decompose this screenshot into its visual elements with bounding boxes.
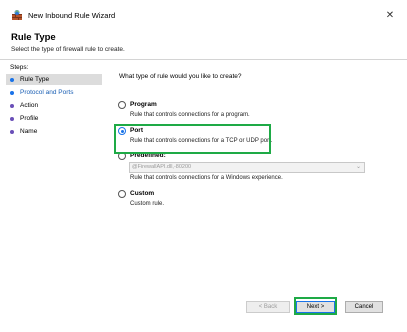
cancel-button-label: Cancel xyxy=(354,304,374,310)
window-title: New Inbound Rule Wizard xyxy=(28,11,116,20)
next-button-highlight xyxy=(294,297,337,315)
port-option-highlight xyxy=(114,124,271,154)
back-button[interactable]: < Back xyxy=(246,301,290,313)
wizard-header: Rule Type Select the type of firewall ru… xyxy=(0,28,407,58)
step-dot-icon xyxy=(10,129,14,134)
predefined-select-value: @FirewallAPI.dll,-80200 xyxy=(132,164,192,170)
page-subtitle: Select the type of firewall rule to crea… xyxy=(11,46,125,53)
back-button-label: < Back xyxy=(258,304,278,310)
step-dot-icon xyxy=(10,90,14,95)
close-button[interactable]: ✕ xyxy=(381,6,399,24)
step-label: Profile xyxy=(20,115,39,122)
rule-type-question: What type of rule would you like to crea… xyxy=(119,73,242,80)
step-dot-icon xyxy=(10,116,14,121)
step-dot-icon xyxy=(10,103,14,108)
option-description: Rule that controls connections for a pro… xyxy=(130,112,250,118)
option-label: Custom xyxy=(130,190,155,197)
predefined-select[interactable]: @FirewallAPI.dll,-80200 ⌄ xyxy=(129,162,365,173)
option-description: Rule that controls connections for a Win… xyxy=(130,175,283,181)
content-panel: What type of rule would you like to crea… xyxy=(108,60,398,296)
page-title: Rule Type xyxy=(11,32,56,43)
option-custom[interactable]: Custom Custom rule. xyxy=(118,189,388,211)
cancel-button[interactable]: Cancel xyxy=(345,301,383,313)
step-label: Name xyxy=(20,128,38,135)
firewall-icon xyxy=(12,10,22,20)
wizard-window: New Inbound Rule Wizard ✕ Rule Type Sele… xyxy=(0,0,407,332)
step-dot-icon xyxy=(10,77,14,82)
custom-radio[interactable] xyxy=(118,190,126,198)
option-program[interactable]: Program Rule that controls connections f… xyxy=(118,100,388,122)
chevron-down-icon: ⌄ xyxy=(355,164,361,170)
program-radio[interactable] xyxy=(118,101,126,109)
step-label: Action xyxy=(20,102,39,109)
step-protocol-ports[interactable]: Protocol and Ports xyxy=(6,87,102,98)
steps-panel: Steps: Rule Type Protocol and Ports Acti… xyxy=(6,60,102,292)
wizard-footer: < Back Next > Cancel xyxy=(0,296,407,332)
option-label: Program xyxy=(130,101,157,108)
step-label: Rule Type xyxy=(20,76,50,83)
option-description: Custom rule. xyxy=(130,201,165,207)
step-label: Protocol and Ports xyxy=(20,89,74,96)
step-rule-type[interactable]: Rule Type xyxy=(6,74,102,85)
close-icon: ✕ xyxy=(385,9,395,21)
step-profile[interactable]: Profile xyxy=(6,113,102,124)
step-action[interactable]: Action xyxy=(6,100,102,111)
title-bar: New Inbound Rule Wizard ✕ xyxy=(0,0,407,30)
step-name[interactable]: Name xyxy=(6,126,102,137)
steps-label: Steps: xyxy=(10,64,29,71)
